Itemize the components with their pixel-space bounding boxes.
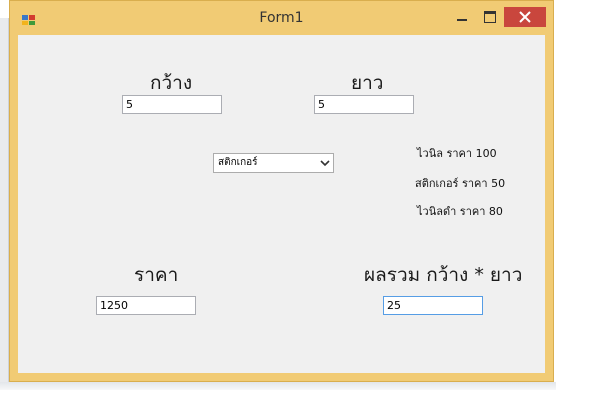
close-icon <box>519 11 531 23</box>
total-label: ผลรวม กว้าง * ยาว <box>364 264 523 286</box>
chevron-down-icon <box>320 160 330 167</box>
price-vinyl-label: ไวนิล ราคา 100 <box>417 147 497 160</box>
material-select-value: สติกเกอร์ <box>218 157 258 168</box>
price-input[interactable]: 1250 <box>96 296 196 315</box>
width-label: กว้าง <box>150 72 193 94</box>
material-select[interactable]: สติกเกอร์ <box>213 153 334 173</box>
length-input[interactable]: 5 <box>314 95 414 114</box>
title-bar[interactable]: Form1 <box>10 1 553 35</box>
price-sticker-label: สติกเกอร์ ราคา 50 <box>415 177 506 190</box>
total-input[interactable]: 25 <box>383 296 483 315</box>
desktop-edge <box>0 18 9 390</box>
price-label: ราคา <box>134 264 179 286</box>
form-window: Form1 กว้าง 5 ยาว 5 สติกเกอร์ ไวนิล ราคา… <box>9 0 554 382</box>
width-input[interactable]: 5 <box>122 95 222 114</box>
price-vinyl-black-label: ไวนิลดำ ราคา 80 <box>417 205 503 218</box>
length-label: ยาว <box>351 72 384 94</box>
desktop-shadow <box>0 382 556 390</box>
close-button[interactable] <box>504 7 546 27</box>
screen: Form1 กว้าง 5 ยาว 5 สติกเกอร์ ไวนิล ราคา… <box>0 0 597 413</box>
form-client-area: กว้าง 5 ยาว 5 สติกเกอร์ ไวนิล ราคา 100 ส… <box>18 35 545 373</box>
minimize-button[interactable] <box>450 7 474 27</box>
maximize-button[interactable] <box>477 7 501 27</box>
